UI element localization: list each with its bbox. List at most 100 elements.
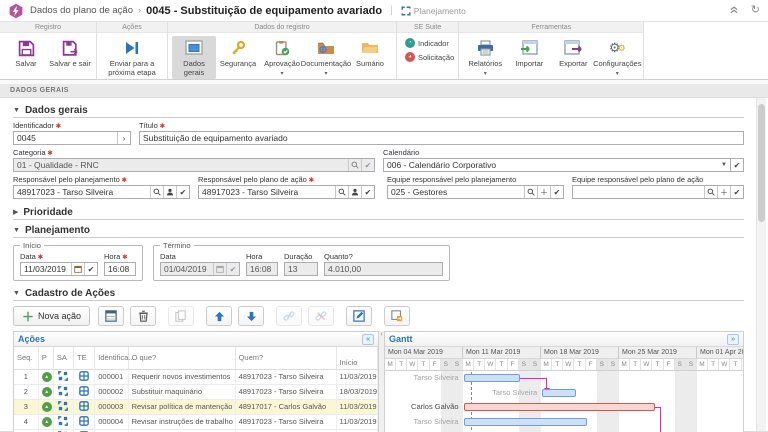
column-header[interactable]: Identifica... bbox=[95, 347, 128, 369]
column-header[interactable]: Início bbox=[336, 347, 377, 369]
action-type-icon[interactable] bbox=[74, 414, 95, 429]
resp-plano-search-icon[interactable] bbox=[335, 186, 348, 198]
action-what: Substituir maquinário bbox=[128, 384, 235, 399]
termino-data-input bbox=[161, 263, 213, 275]
approval-button[interactable]: Aprovação bbox=[260, 36, 304, 80]
column-header[interactable]: Seq. bbox=[14, 347, 38, 369]
equipe-planejamento-add-icon[interactable]: ＋ bbox=[537, 186, 550, 198]
equipe-plano-input[interactable] bbox=[573, 186, 704, 198]
expand-gantt-panel-icon[interactable]: » bbox=[727, 334, 739, 345]
section-header-dados-gerais[interactable]: ▼ Dados gerais bbox=[13, 103, 744, 118]
action-status-icon[interactable] bbox=[53, 384, 73, 399]
general-data-button[interactable]: Dados gerais bbox=[172, 36, 216, 79]
indicator-button[interactable]: ◔ Indicador bbox=[405, 38, 449, 48]
categoria-clear-icon[interactable]: ✔ bbox=[361, 159, 374, 171]
copy-action-button[interactable] bbox=[168, 306, 194, 326]
identificador-input[interactable] bbox=[14, 132, 117, 144]
section-header-planejamento[interactable]: ▼ Planejamento bbox=[13, 223, 744, 238]
resp-planejamento-clear-icon[interactable]: ✔ bbox=[176, 186, 189, 198]
move-up-button[interactable] bbox=[206, 306, 232, 326]
action-row[interactable]: 4▲000004Revisar instruções de trabalho48… bbox=[14, 414, 378, 429]
action-status-icon[interactable] bbox=[53, 399, 73, 414]
summary-button[interactable]: Sumário bbox=[348, 36, 392, 71]
action-row[interactable]: 3▲000003Revisar política de mantenção489… bbox=[14, 399, 378, 414]
save-button[interactable]: Salvar bbox=[4, 36, 48, 71]
column-header[interactable]: O que? bbox=[128, 347, 235, 369]
inicio-data-label: Data bbox=[20, 252, 98, 261]
gantt-day-label: T bbox=[496, 359, 507, 371]
titulo-input[interactable] bbox=[140, 132, 743, 144]
column-header[interactable]: SA bbox=[53, 347, 73, 369]
new-action-button[interactable]: ＋ Nova ação bbox=[13, 306, 90, 326]
equipe-planejamento-clear-icon[interactable]: ✔ bbox=[550, 186, 563, 198]
vertical-scrollbar[interactable] bbox=[756, 98, 766, 431]
identificador-expand-icon[interactable]: › bbox=[117, 132, 130, 144]
resp-plano-user-icon[interactable] bbox=[348, 186, 361, 198]
inicio-legend: Início bbox=[20, 241, 44, 250]
resp-planejamento-search-icon[interactable] bbox=[150, 186, 163, 198]
equipe-plano-add-icon[interactable]: ＋ bbox=[717, 186, 730, 198]
action-row[interactable]: 2▲000002Substituir maquinário48917023 - … bbox=[14, 384, 378, 399]
resp-planejamento-user-icon[interactable] bbox=[163, 186, 176, 198]
action-row[interactable]: 1▲000001Requerir novos investimentos4891… bbox=[14, 369, 378, 384]
reports-button[interactable]: Relatórios bbox=[463, 36, 507, 80]
delete-action-button[interactable] bbox=[130, 306, 156, 326]
column-header[interactable]: Quem? bbox=[235, 347, 336, 369]
request-button[interactable]: ◕ Solicitação bbox=[405, 52, 454, 62]
ribbon-group-se-suite-label: SE Suite bbox=[397, 22, 458, 33]
gantt-bar[interactable] bbox=[542, 389, 576, 397]
categoria-search-icon[interactable] bbox=[348, 159, 361, 171]
send-next-step-button[interactable]: Enviar para a próxima etapa bbox=[101, 36, 163, 79]
action-type-icon[interactable] bbox=[74, 384, 95, 399]
section-caret-icon: ▼ bbox=[13, 107, 20, 114]
datasheet-view-button[interactable] bbox=[98, 306, 124, 326]
termino-hora-input bbox=[247, 263, 277, 275]
gantt-day-label: T bbox=[552, 359, 563, 371]
column-header[interactable]: P bbox=[38, 347, 53, 369]
gantt-day-label: T bbox=[474, 359, 485, 371]
inicio-calendar-icon[interactable] bbox=[71, 263, 84, 275]
resp-plano-clear-icon[interactable]: ✔ bbox=[361, 186, 374, 198]
scrollbar-thumb[interactable] bbox=[758, 104, 765, 222]
inicio-clear-icon[interactable]: ✔ bbox=[84, 263, 97, 275]
tab-dados-gerais[interactable]: DADOS GERAIS bbox=[0, 84, 768, 98]
settings-button[interactable]: ⚙⚙ Configurações bbox=[595, 36, 639, 80]
breadcrumb-root[interactable]: Dados do plano de ação bbox=[30, 5, 133, 16]
save-and-exit-button[interactable]: Salvar e sair bbox=[48, 36, 92, 71]
export-button[interactable]: Exportar bbox=[551, 36, 595, 71]
action-status-icon[interactable] bbox=[53, 414, 73, 429]
action-start: 11/03/2019 bbox=[336, 414, 377, 429]
collapse-actions-panel-icon[interactable]: « bbox=[362, 334, 374, 345]
resp-planejamento-input[interactable] bbox=[14, 186, 150, 198]
inicio-data-input[interactable] bbox=[21, 263, 71, 275]
equipe-planejamento-search-icon[interactable] bbox=[524, 186, 537, 198]
calendario-select[interactable]: 006 - Calendário Corporativo ▼ bbox=[383, 158, 731, 172]
action-type-icon[interactable] bbox=[74, 399, 95, 414]
equipe-plano-search-icon[interactable] bbox=[704, 186, 717, 198]
section-header-cadastro-acoes[interactable]: ▼ Cadastro de Ações bbox=[13, 286, 744, 301]
section-header-prioridade[interactable]: ▶ Prioridade bbox=[13, 205, 744, 220]
link-actions-button[interactable] bbox=[276, 306, 302, 326]
edit-action-button[interactable] bbox=[346, 306, 372, 326]
column-header[interactable]: TE bbox=[74, 347, 95, 369]
gantt-bar[interactable] bbox=[464, 374, 521, 382]
workflow-step-badge: Planejamento bbox=[401, 6, 466, 16]
collapse-ribbon-icon[interactable] bbox=[729, 4, 739, 17]
equipe-plano-clear-icon[interactable]: ✔ bbox=[730, 186, 743, 198]
documentation-button[interactable]: Documentação bbox=[304, 36, 348, 80]
move-down-button[interactable] bbox=[238, 306, 264, 326]
calendario-clear-icon[interactable]: ✔ bbox=[731, 158, 744, 172]
gantt-bar[interactable] bbox=[464, 418, 587, 426]
security-button[interactable]: Segurança bbox=[216, 36, 260, 71]
actions-toolbar: ＋ Nova ação bbox=[13, 305, 744, 327]
inicio-hora-input[interactable] bbox=[105, 263, 135, 275]
refresh-icon[interactable]: ↻ bbox=[751, 5, 760, 16]
action-type-icon[interactable] bbox=[74, 369, 95, 384]
gantt-bar[interactable] bbox=[464, 403, 655, 411]
action-status-icon[interactable] bbox=[53, 369, 73, 384]
import-button[interactable]: Importar bbox=[507, 36, 551, 71]
unlink-actions-button[interactable] bbox=[308, 306, 334, 326]
export-grid-button[interactable] bbox=[384, 306, 410, 326]
resp-plano-input[interactable] bbox=[199, 186, 335, 198]
equipe-planejamento-input[interactable] bbox=[388, 186, 524, 198]
